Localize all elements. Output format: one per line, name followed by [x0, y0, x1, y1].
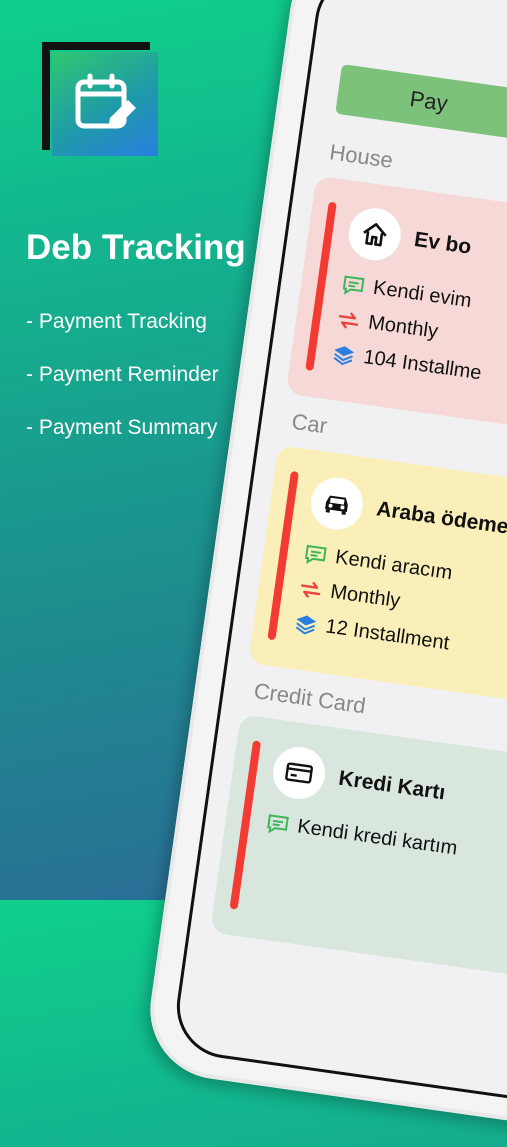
comment-icon	[342, 274, 365, 295]
card-installments-row: 104 Installme	[330, 342, 483, 386]
payment-card-credit-card[interactable]: Kredi Kartı Kendi kredi kartım	[210, 714, 507, 998]
card-frequency-row: Monthly	[297, 576, 401, 613]
comment-icon	[305, 544, 327, 564]
card-title: Araba ödeme	[374, 497, 507, 539]
card-description: Kendi kredi kartım	[296, 815, 459, 860]
layers-icon	[295, 615, 317, 635]
card-installments-row: 12 Installment	[292, 611, 451, 656]
payment-button-label: Pay	[408, 85, 450, 117]
card-description: Kendi aracım	[333, 546, 454, 585]
card-description-row: Kendi kredi kartım	[264, 811, 459, 861]
card-frequency: Monthly	[329, 580, 402, 613]
credit-card-icon	[269, 743, 329, 803]
calendar-edit-icon	[75, 73, 136, 129]
section-label-credit-card: Credit Card	[252, 678, 368, 719]
layers-icon	[333, 345, 355, 365]
feature-payment-reminder: - Payment Reminder	[26, 363, 219, 386]
card-installments: 104 Installme	[362, 346, 483, 385]
car-icon	[307, 474, 367, 533]
card-description-row: Kendi aracım	[302, 542, 454, 586]
card-installments: 12 Installment	[324, 615, 451, 655]
card-title: Kredi Kartı	[337, 766, 447, 805]
app-title: Deb Tracking	[26, 228, 246, 267]
comment-icon	[267, 813, 289, 833]
app-logo	[42, 42, 158, 156]
house-icon	[345, 204, 405, 264]
feature-payment-tracking: - Payment Tracking	[26, 310, 207, 333]
section-label-house: House	[328, 139, 395, 173]
repeat-icon	[338, 312, 359, 328]
card-frequency-row: Monthly	[335, 307, 439, 344]
card-accent-bar	[229, 740, 262, 910]
repeat-icon	[301, 581, 321, 598]
section-label-car: Car	[290, 408, 329, 439]
feature-payment-summary: - Payment Summary	[26, 416, 218, 439]
card-description-row: Kendi evim	[340, 272, 473, 313]
card-title: Ev bo	[412, 227, 473, 259]
card-description: Kendi evim	[371, 276, 473, 313]
phone-mockup: Pay House Ev bo Kendi evim Monthly 104 I…	[141, 0, 507, 1147]
card-frequency: Monthly	[366, 311, 440, 343]
